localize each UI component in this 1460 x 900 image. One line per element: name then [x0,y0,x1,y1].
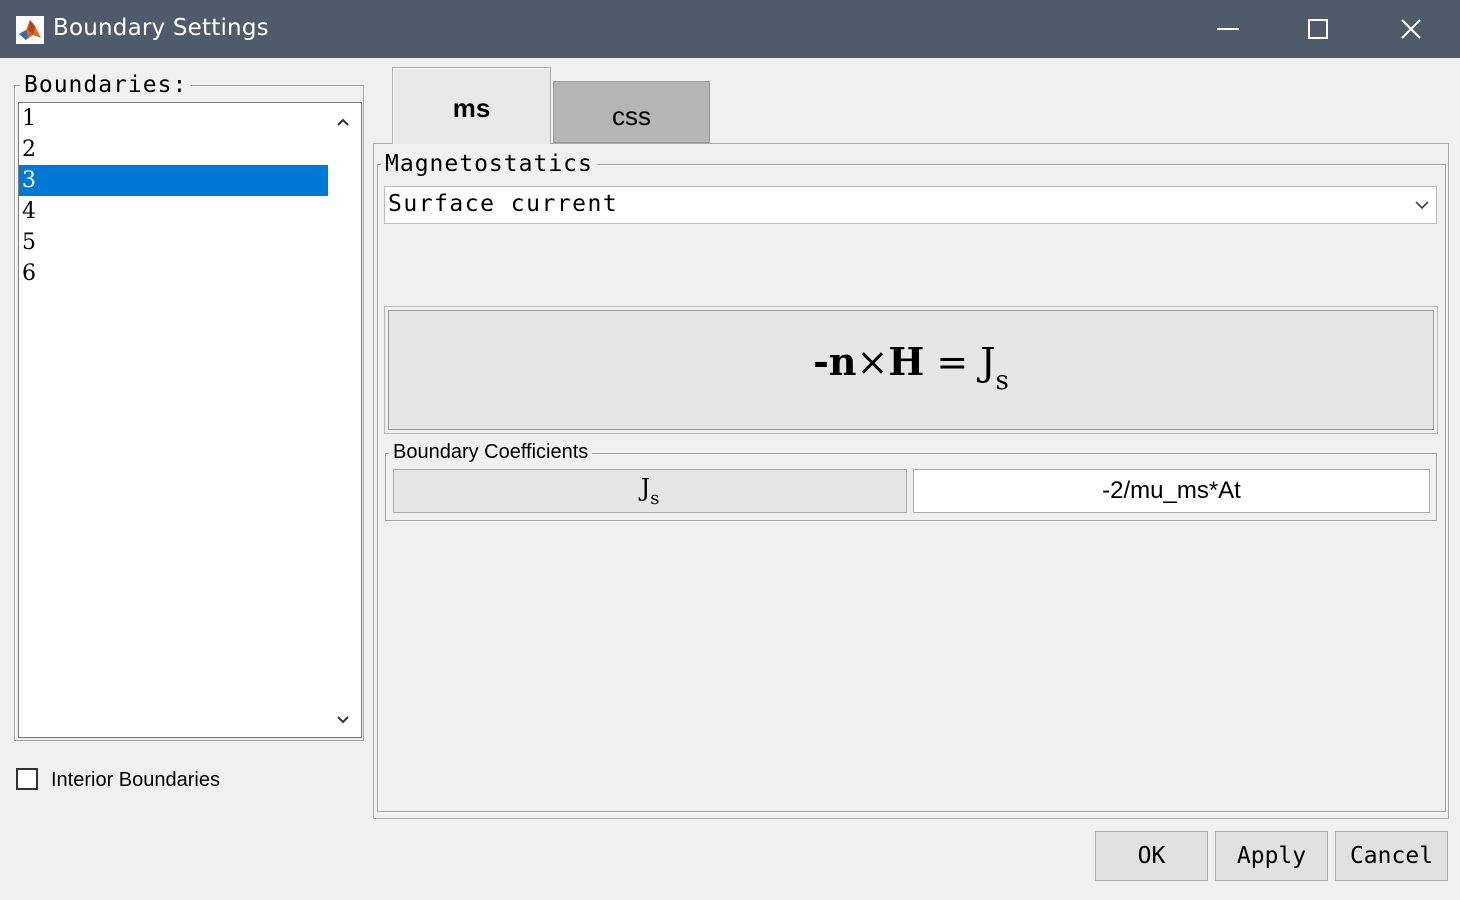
coefficients-legend: Boundary Coefficients [389,441,593,464]
list-item[interactable]: 5 [19,227,328,258]
apply-button[interactable]: Apply [1215,831,1328,881]
eq-n: n [828,339,857,384]
eq-sub: s [995,366,1009,396]
list-item[interactable]: 6 [19,258,328,289]
interior-boundaries-label: Interior Boundaries [51,769,220,791]
matlab-logo-icon[interactable] [16,16,44,44]
minimize-button[interactable] [1182,0,1274,58]
chevron-up-icon [337,118,349,126]
chevron-down-icon [1415,201,1429,210]
tab-ms[interactable]: ms [392,67,551,144]
eq-equals: = [924,340,981,384]
window-title: Boundary Settings [53,15,269,41]
maximize-button[interactable] [1272,0,1364,58]
coefficient-label: Js [393,469,907,513]
eq-minus: - [813,339,829,384]
list-item[interactable]: 2 [19,134,328,165]
condition-select[interactable]: Surface current [384,186,1437,224]
coefficient-sub: s [650,488,660,509]
list-item[interactable]: 1 [19,103,328,134]
minimize-icon [1217,28,1239,30]
equation-text: -n×H = Js [389,339,1433,396]
coefficient-symbol: J [640,474,651,502]
equation-display: -n×H = Js [388,310,1434,430]
coefficient-input[interactable]: -2/mu_ms*At [913,469,1430,513]
chevron-down-icon [337,716,349,724]
boundaries-listbox[interactable]: 1 2 3 4 5 6 [18,102,362,738]
interior-boundaries-checkbox[interactable] [16,768,38,790]
scroll-down-button[interactable] [328,708,358,732]
close-button[interactable] [1365,0,1457,58]
maximize-icon [1308,19,1328,39]
eq-j: J [980,340,996,384]
eq-times: × [856,340,889,384]
eq-h: H [888,339,925,384]
condition-value: Surface current [388,191,619,217]
list-item-selected[interactable]: 3 [19,165,328,196]
ok-button[interactable]: OK [1095,831,1208,881]
magnetostatics-legend: Magnetostatics [381,151,597,177]
scroll-up-button[interactable] [328,110,358,134]
list-item[interactable]: 4 [19,196,328,227]
cancel-button[interactable]: Cancel [1335,831,1448,881]
close-icon [1401,19,1421,39]
boundaries-legend: Boundaries: [20,72,192,98]
title-bar: Boundary Settings [0,0,1460,58]
tab-css[interactable]: css [553,81,710,143]
